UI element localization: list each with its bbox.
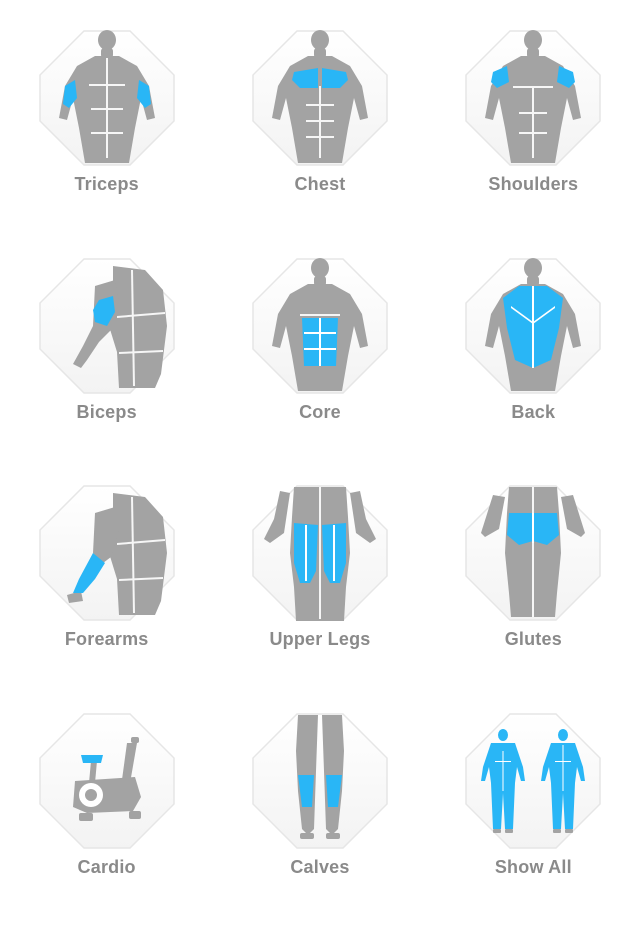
category-label: Core [299, 402, 341, 423]
category-tile-cardio[interactable]: Cardio [0, 711, 213, 938]
full-body-all-muscles-icon [463, 711, 603, 851]
category-label: Back [511, 402, 555, 423]
category-label: Glutes [505, 629, 562, 650]
category-label: Forearms [65, 629, 149, 650]
category-tile-glutes[interactable]: Glutes [427, 483, 640, 711]
category-label: Triceps [74, 174, 138, 195]
muscle-group-grid: Triceps [0, 0, 640, 900]
category-tile-biceps[interactable]: Biceps [0, 256, 213, 484]
category-tile-back[interactable]: Back [427, 256, 640, 484]
side-body-forearms-icon [37, 483, 177, 623]
side-body-biceps-icon [37, 256, 177, 396]
category-tile-forearms[interactable]: Forearms [0, 483, 213, 711]
category-tile-triceps[interactable]: Triceps [0, 28, 213, 256]
category-tile-chest[interactable]: Chest [213, 28, 426, 256]
category-label: Cardio [78, 857, 136, 878]
category-label: Calves [290, 857, 349, 878]
front-body-core-icon [250, 256, 390, 396]
category-tile-show-all[interactable]: Show All [427, 711, 640, 938]
legs-upper-legs-icon [250, 483, 390, 623]
back-body-back-icon [463, 256, 603, 396]
category-tile-core[interactable]: Core [213, 256, 426, 484]
category-tile-calves[interactable]: Calves [213, 711, 426, 938]
category-label: Upper Legs [269, 629, 370, 650]
back-body-triceps-icon [37, 28, 177, 168]
front-body-chest-icon [250, 28, 390, 168]
back-lower-glutes-icon [463, 483, 603, 623]
category-label: Show All [495, 857, 572, 878]
category-tile-shoulders[interactable]: Shoulders [427, 28, 640, 256]
legs-calves-icon [250, 711, 390, 851]
category-label: Chest [294, 174, 345, 195]
category-tile-upper-legs[interactable]: Upper Legs [213, 483, 426, 711]
category-label: Shoulders [488, 174, 578, 195]
front-body-shoulders-icon [463, 28, 603, 168]
exercise-bike-icon [37, 711, 177, 851]
category-label: Biceps [77, 402, 137, 423]
